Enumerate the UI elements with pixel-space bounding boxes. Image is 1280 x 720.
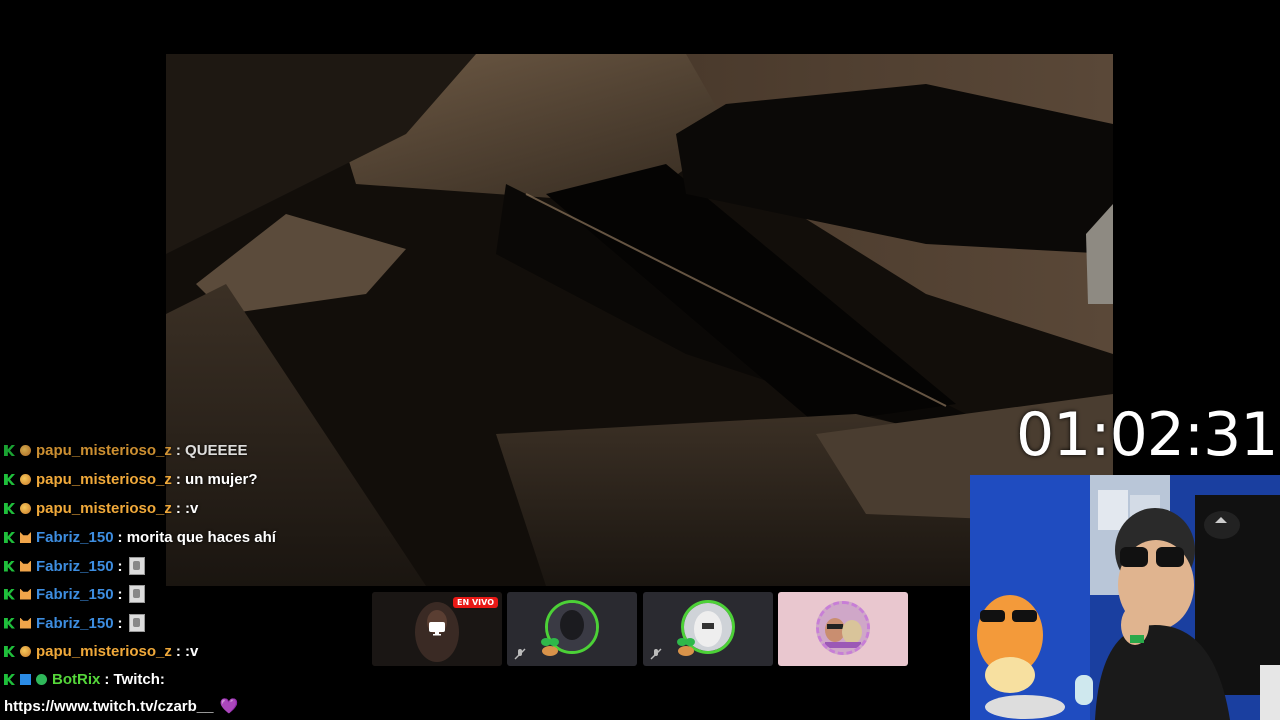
k-icon	[4, 560, 15, 572]
chat-text: : un mujer?	[175, 471, 258, 488]
cat-icon	[20, 588, 31, 600]
k-icon	[4, 503, 15, 514]
k-icon	[4, 445, 15, 456]
k-icon	[4, 474, 15, 485]
chat-text: :	[117, 585, 123, 603]
chat-username[interactable]: Fabriz_150	[36, 615, 114, 632]
ball-icon	[20, 474, 31, 485]
cat-icon	[20, 532, 31, 543]
emote-icon	[128, 614, 145, 632]
muted-mic-icon	[650, 648, 662, 660]
ball-icon	[20, 646, 31, 657]
chat-text: : :v	[175, 500, 199, 517]
stream-timer: 01:02:31	[1016, 400, 1278, 470]
chat-message: papu_misterioso_z : QUEEEE	[4, 442, 248, 459]
chat-message: papu_misterioso_z : :v	[4, 500, 198, 517]
chat-overlay: papu_misterioso_z : QUEEEE papu_misterio…	[0, 440, 370, 720]
emote-icon	[128, 585, 145, 603]
plant-icon	[541, 638, 559, 656]
webcam-feed	[970, 475, 1280, 720]
k-icon	[4, 674, 15, 685]
bot-icon	[20, 674, 31, 685]
cat-icon	[20, 617, 31, 629]
participant-card[interactable]	[778, 592, 908, 666]
chat-text: : QUEEEE	[175, 442, 248, 459]
chat-message: papu_misterioso_z : :v	[4, 643, 198, 660]
participant-card[interactable]	[507, 592, 637, 666]
chat-text: :	[117, 557, 123, 575]
plant-icon	[677, 638, 695, 656]
chat-username[interactable]: BotRix	[52, 671, 100, 688]
participant-card-live[interactable]: EN VIVO	[372, 592, 502, 666]
ball-icon	[20, 445, 31, 456]
chat-message: Fabriz_150 : morita que haces ahí	[4, 529, 276, 546]
chat-username[interactable]: papu_misterioso_z	[36, 500, 172, 517]
chat-text: : Twitch:	[104, 671, 165, 688]
k-icon	[4, 646, 15, 657]
cat-icon	[20, 560, 31, 572]
k-icon	[4, 617, 15, 629]
chat-message: papu_misterioso_z : un mujer?	[4, 471, 258, 488]
k-icon	[4, 532, 15, 543]
webcam-scene	[970, 475, 1280, 720]
chat-text: : :v	[175, 643, 199, 660]
chat-username[interactable]: Fabriz_150	[36, 586, 114, 603]
chat-message: BotRix : Twitch:	[4, 671, 165, 688]
ball-icon	[20, 503, 31, 514]
chat-text: : morita que haces ahí	[117, 529, 276, 546]
chat-username[interactable]: papu_misterioso_z	[36, 643, 172, 660]
chat-text: :	[117, 614, 123, 632]
screen-share-icon	[429, 622, 445, 636]
chat-link[interactable]: https://www.twitch.tv/czarb__	[4, 698, 213, 715]
verified-icon	[36, 674, 47, 685]
chat-username[interactable]: Fabriz_150	[36, 558, 114, 575]
k-icon	[4, 588, 15, 600]
chat-username[interactable]: papu_misterioso_z	[36, 442, 172, 459]
chat-message: Fabriz_150 :	[4, 557, 145, 575]
chat-message: Fabriz_150 :	[4, 614, 145, 632]
chat-message: Fabriz_150 :	[4, 585, 145, 603]
chat-message-continued: https://www.twitch.tv/czarb__ 💜	[4, 697, 239, 716]
live-badge: EN VIVO	[453, 597, 498, 608]
emote-icon	[128, 557, 145, 575]
chat-username[interactable]: papu_misterioso_z	[36, 471, 172, 488]
chat-username[interactable]: Fabriz_150	[36, 529, 114, 546]
avatar	[816, 601, 870, 655]
purple-heart-icon: 💜	[219, 698, 239, 715]
participant-card[interactable]	[643, 592, 773, 666]
muted-mic-icon	[514, 648, 526, 660]
